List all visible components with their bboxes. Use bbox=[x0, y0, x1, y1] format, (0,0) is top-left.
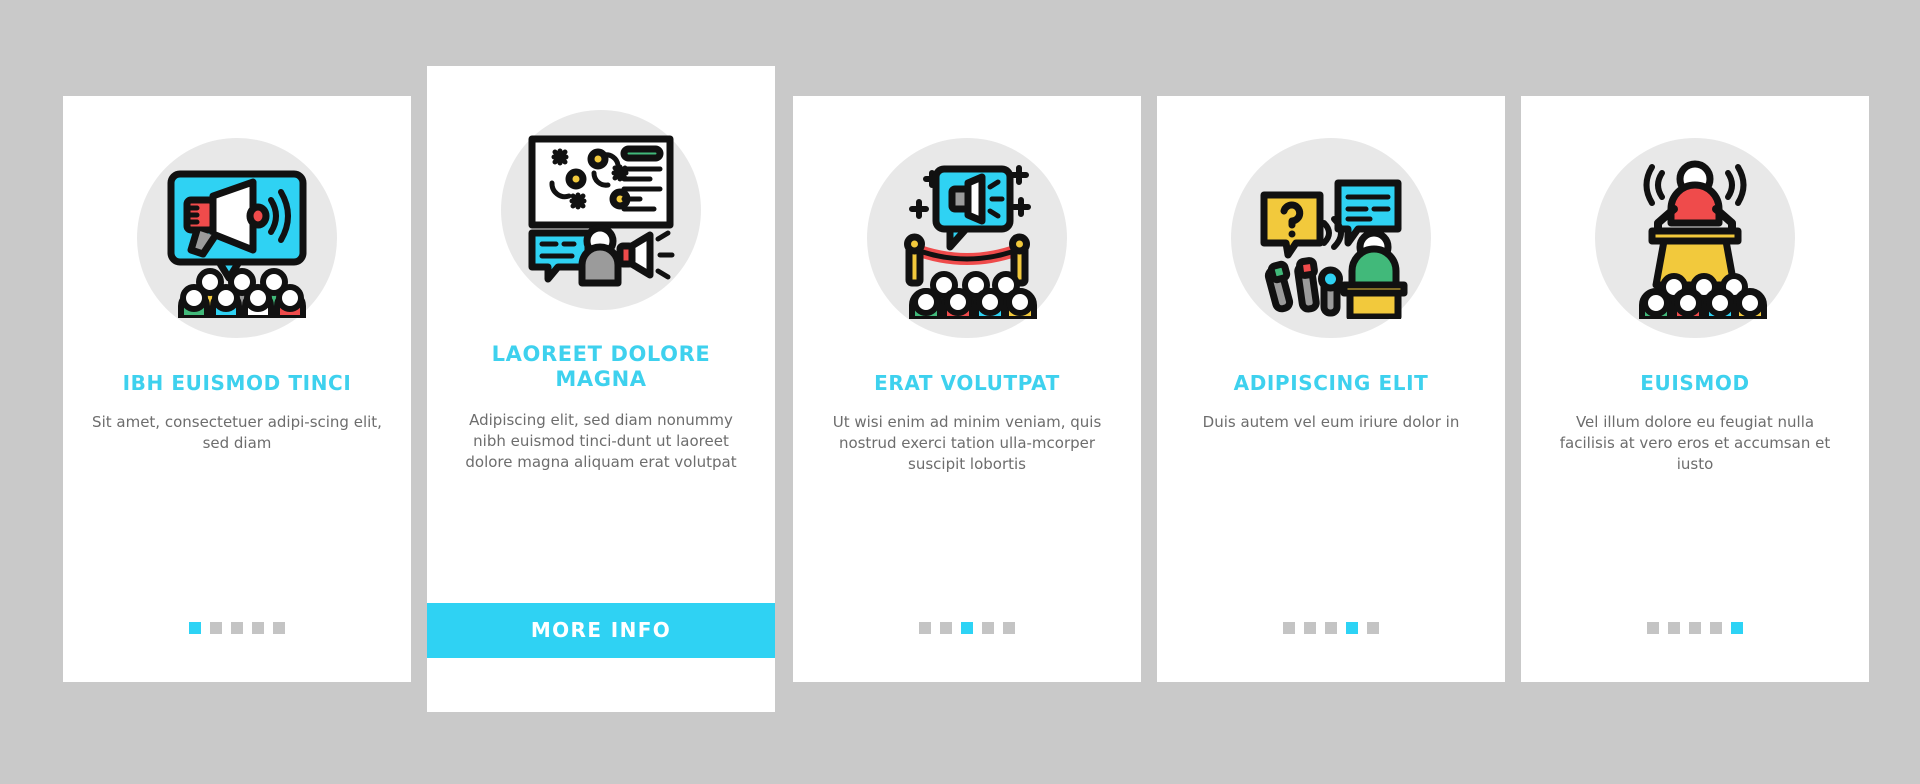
pagination-dot-4[interactable] bbox=[252, 622, 264, 634]
pagination-dot-3[interactable] bbox=[231, 622, 243, 634]
pagination-dot-5[interactable] bbox=[1003, 622, 1015, 634]
presentation-board-speaker-megaphone-icon bbox=[501, 110, 701, 310]
pagination-dot-1[interactable] bbox=[919, 622, 931, 634]
card-body: Ut wisi enim ad minim veniam, quis nostr… bbox=[832, 412, 1102, 474]
card-title: EUISMOD bbox=[1640, 371, 1750, 395]
megaphone-bubble-velvet-rope-audience-icon bbox=[867, 138, 1067, 338]
pagination-dots[interactable] bbox=[919, 622, 1015, 634]
card-title: LAOREET DOLORE MAGNA bbox=[491, 342, 711, 391]
onboarding-card-5[interactable]: EUISMOD Vel illum dolore eu feugiat null… bbox=[1521, 96, 1869, 682]
pagination-dot-1[interactable] bbox=[1647, 622, 1659, 634]
card-body: Duis autem vel eum iriure dolor in bbox=[1202, 412, 1460, 431]
pagination-dot-2[interactable] bbox=[1668, 622, 1680, 634]
card-title: ERAT VOLUTPAT bbox=[874, 371, 1060, 395]
card-body: Sit amet, consectetuer adipi-scing elit,… bbox=[92, 412, 382, 452]
pagination-dots[interactable] bbox=[1283, 622, 1379, 634]
card-body: Adipiscing elit, sed diam nonummy nibh e… bbox=[465, 410, 737, 472]
pagination-dot-1[interactable] bbox=[189, 622, 201, 634]
pagination-dot-1[interactable] bbox=[1283, 622, 1295, 634]
onboarding-card-4[interactable]: ADIPISCING ELIT Duis autem vel eum iriur… bbox=[1157, 96, 1505, 682]
pagination-dot-5[interactable] bbox=[1731, 622, 1743, 634]
card-title: IBH EUISMOD TINCI bbox=[122, 371, 352, 395]
pagination-dot-4[interactable] bbox=[1710, 622, 1722, 634]
card-body: Vel illum dolore eu feugiat nulla facili… bbox=[1559, 412, 1831, 474]
pagination-dot-5[interactable] bbox=[273, 622, 285, 634]
onboarding-card-1[interactable]: IBH EUISMOD TINCI Sit amet, consectetuer… bbox=[63, 96, 411, 682]
megaphone-speech-bubble-crowd-icon bbox=[137, 138, 337, 338]
pagination-dot-2[interactable] bbox=[210, 622, 222, 634]
podium-speaker-audience-icon bbox=[1595, 138, 1795, 338]
pagination-dot-4[interactable] bbox=[982, 622, 994, 634]
pagination-dot-2[interactable] bbox=[1304, 622, 1316, 634]
pagination-dot-5[interactable] bbox=[1367, 622, 1379, 634]
pagination-dots[interactable] bbox=[1647, 622, 1743, 634]
onboarding-screens-canvas: IBH EUISMOD TINCI Sit amet, consectetuer… bbox=[0, 0, 1920, 784]
more-info-button[interactable]: MORE INFO bbox=[427, 603, 775, 658]
card-title: ADIPISCING ELIT bbox=[1233, 371, 1429, 395]
pagination-dot-2[interactable] bbox=[940, 622, 952, 634]
pagination-dots[interactable] bbox=[189, 622, 285, 634]
press-conference-microphones-interview-icon bbox=[1231, 138, 1431, 338]
onboarding-card-3[interactable]: ERAT VOLUTPAT Ut wisi enim ad minim veni… bbox=[793, 96, 1141, 682]
pagination-dot-4[interactable] bbox=[1346, 622, 1358, 634]
pagination-dot-3[interactable] bbox=[1325, 622, 1337, 634]
pagination-dot-3[interactable] bbox=[961, 622, 973, 634]
onboarding-card-2-featured[interactable]: LAOREET DOLORE MAGNA Adipiscing elit, se… bbox=[427, 66, 775, 712]
pagination-dot-3[interactable] bbox=[1689, 622, 1701, 634]
